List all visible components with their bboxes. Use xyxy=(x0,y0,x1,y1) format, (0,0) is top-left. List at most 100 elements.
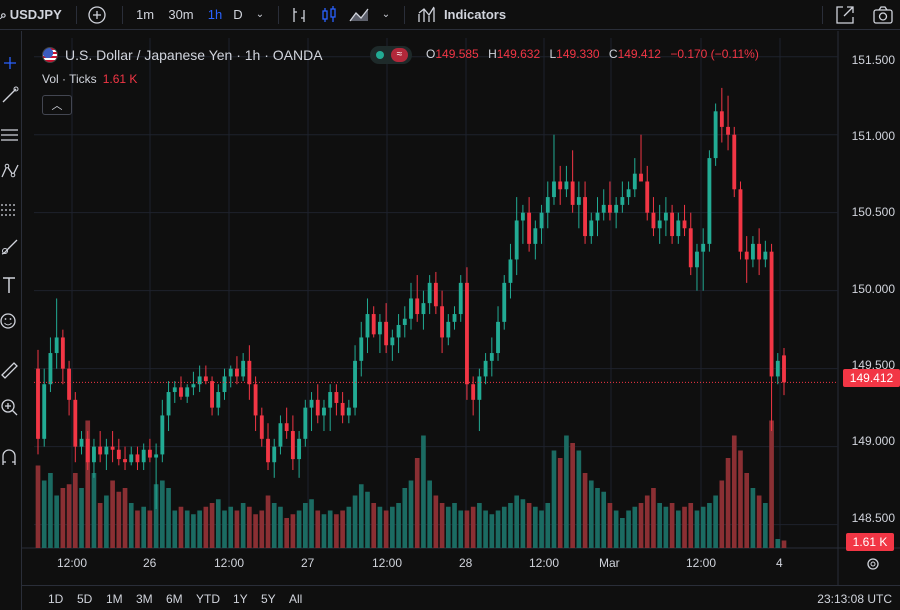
collapse-legend-button[interactable]: ︿ xyxy=(42,95,72,115)
volume-bar xyxy=(172,510,178,548)
candle-body xyxy=(116,449,121,460)
volume-bar xyxy=(775,539,781,548)
forecast-icon[interactable] xyxy=(0,197,20,221)
bar-replay-icon[interactable] xyxy=(288,4,310,26)
text-icon[interactable] xyxy=(0,273,20,297)
legend-title[interactable]: U.S. Dollar / Japanese Yen · 1h · OANDA xyxy=(65,47,323,63)
range-3m[interactable]: 3M xyxy=(136,592,153,606)
crosshair-icon[interactable] xyxy=(0,51,20,75)
candle-body xyxy=(365,314,370,338)
candle-body xyxy=(520,212,525,221)
range-all[interactable]: All xyxy=(289,592,302,606)
candle-body xyxy=(98,446,103,455)
search-icon: ⌕ xyxy=(0,8,7,22)
candle-body xyxy=(670,212,675,237)
candle-body xyxy=(514,220,519,260)
utc-clock[interactable]: 23:13:08 UTC xyxy=(817,592,892,606)
candle-body xyxy=(172,387,177,393)
volume-bar xyxy=(576,450,582,548)
volume-bar xyxy=(725,458,731,548)
market-status-badge[interactable]: ≈ xyxy=(370,46,412,64)
time-tick: 12:00 xyxy=(686,556,717,570)
emoji-icon[interactable] xyxy=(0,309,20,333)
range-1y[interactable]: 1Y xyxy=(233,592,248,606)
open-value: 149.585 xyxy=(435,47,479,61)
magnet-icon[interactable] xyxy=(0,445,20,469)
candle-body xyxy=(384,321,389,346)
volume-bar xyxy=(557,458,563,548)
candle-body xyxy=(48,353,53,385)
volume-bar xyxy=(545,503,551,548)
camera-icon[interactable] xyxy=(872,4,894,26)
candle-body xyxy=(757,243,762,260)
fullscreen-icon[interactable] xyxy=(834,4,856,26)
candle-body xyxy=(297,438,302,460)
candle-body xyxy=(359,337,364,361)
volume-bar xyxy=(402,488,408,548)
candle-body xyxy=(409,298,413,319)
volume-bar xyxy=(588,480,594,548)
volume-bar xyxy=(489,514,495,548)
volume-bar xyxy=(72,473,78,548)
fib-retracement-icon[interactable] xyxy=(0,123,20,147)
volume-bar xyxy=(713,495,718,548)
indicators-icon[interactable] xyxy=(416,4,438,26)
volume-bar xyxy=(178,506,184,548)
chevron-down-icon[interactable]: ⌄ xyxy=(378,5,394,25)
interval-d[interactable]: D xyxy=(230,5,246,25)
candle-body xyxy=(440,306,445,338)
pattern-icon[interactable] xyxy=(0,159,20,183)
candle-body xyxy=(558,181,563,190)
volume-bar xyxy=(215,499,221,548)
symbol-search[interactable]: ⌕ USDJPY xyxy=(0,7,62,23)
volume-bar xyxy=(682,506,687,548)
candle-body xyxy=(775,360,780,377)
volume-bar xyxy=(253,514,258,548)
volume-bar xyxy=(110,480,115,548)
symbol-label: USDJPY xyxy=(9,7,62,22)
volume-bar xyxy=(197,510,202,548)
ruler-icon[interactable] xyxy=(0,357,20,381)
candle-body xyxy=(67,368,72,400)
interval-30m[interactable]: 30m xyxy=(164,5,198,25)
volume-bar xyxy=(551,450,557,548)
candle-body xyxy=(110,446,115,450)
volume-bar xyxy=(147,510,153,548)
brush-icon[interactable] xyxy=(0,235,20,259)
candles-icon[interactable] xyxy=(318,4,340,26)
axis-settings-icon[interactable] xyxy=(864,555,882,573)
candle-body xyxy=(695,251,699,268)
price-chart[interactable] xyxy=(0,0,900,610)
toolbar-divider xyxy=(76,6,77,24)
volume-bar xyxy=(97,503,103,548)
candle-body xyxy=(527,212,532,244)
range-1d[interactable]: 1D xyxy=(48,592,63,606)
chevron-down-icon[interactable]: ⌄ xyxy=(252,5,268,25)
volume-bar xyxy=(651,488,656,548)
indicators-button[interactable]: Indicators xyxy=(442,5,508,25)
volume-label[interactable]: Vol · Ticks xyxy=(42,72,97,86)
add-symbol-icon[interactable] xyxy=(86,4,108,26)
high-value: 149.632 xyxy=(496,47,541,61)
area-chart-icon[interactable] xyxy=(348,4,370,26)
range-6m[interactable]: 6M xyxy=(166,592,183,606)
candle-body xyxy=(620,197,625,205)
volume-bar xyxy=(427,480,432,548)
volume-bar xyxy=(383,510,389,548)
interval-1m[interactable]: 1m xyxy=(132,5,158,25)
candle-body xyxy=(278,423,283,447)
interval-1h[interactable]: 1h xyxy=(204,5,226,25)
volume-bar xyxy=(290,514,296,548)
volume-bar xyxy=(675,510,681,548)
volume-bar xyxy=(79,488,84,548)
trend-line-icon[interactable] xyxy=(0,83,20,107)
zoom-in-icon[interactable] xyxy=(0,395,20,419)
range-5d[interactable]: 5D xyxy=(77,592,92,606)
range-5y[interactable]: 5Y xyxy=(261,592,276,606)
volume-bar xyxy=(358,484,364,548)
range-1m[interactable]: 1M xyxy=(106,592,123,606)
range-ytd[interactable]: YTD xyxy=(196,592,220,606)
volume-bar xyxy=(247,506,252,548)
candle-body xyxy=(353,360,357,408)
candle-body xyxy=(552,181,556,198)
